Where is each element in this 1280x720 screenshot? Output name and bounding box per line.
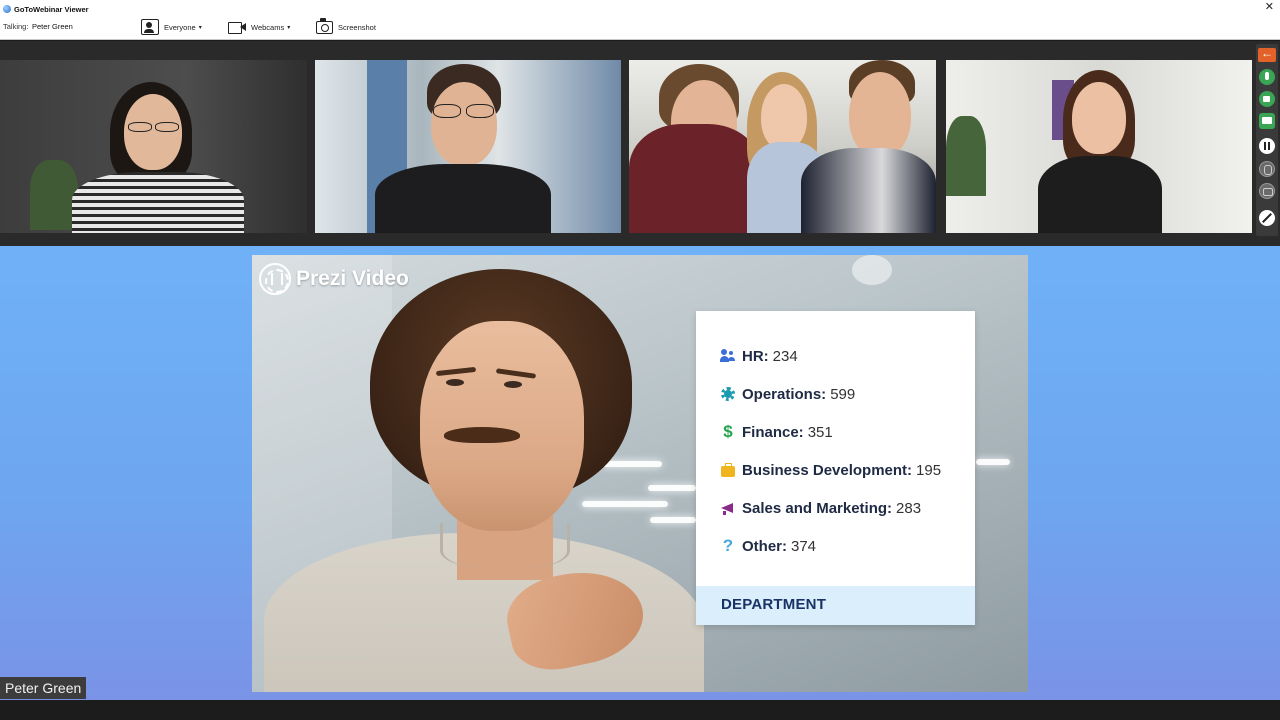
webcam-icon <box>228 21 246 34</box>
department-footer-label: DEPARTMENT <box>721 596 827 613</box>
main-stage: Prezi Video HR: 234 Operations: 599 $ Fi… <box>0 246 1280 700</box>
microphone-icon[interactable] <box>1259 69 1275 85</box>
person-body <box>629 124 761 233</box>
person-face <box>431 82 497 166</box>
prezi-logo-icon <box>259 263 291 295</box>
department-name: Other: <box>742 537 787 555</box>
gear-icon <box>720 386 736 402</box>
raise-hand-icon[interactable] <box>1259 161 1275 177</box>
chat-icon[interactable] <box>1259 183 1275 199</box>
department-value: 234 <box>772 347 798 365</box>
department-value: 195 <box>916 461 942 479</box>
app-title: GoToWebinar Viewer <box>3 3 89 15</box>
presenter-eye <box>504 381 522 388</box>
person-body <box>72 172 244 233</box>
glasses-image <box>433 104 461 118</box>
camera-icon <box>316 17 333 34</box>
back-arrow-icon[interactable] <box>1258 46 1276 62</box>
talking-label: Talking: <box>3 22 29 31</box>
ceiling-light-image <box>648 485 696 491</box>
person-body <box>375 164 551 233</box>
webcam-icon[interactable] <box>1259 91 1275 107</box>
side-toolbar <box>1256 44 1278 236</box>
department-value: 599 <box>830 385 856 403</box>
person-icon <box>141 19 159 35</box>
webcam-thumbnail[interactable] <box>629 60 936 233</box>
webcam-thumbnail[interactable] <box>315 60 621 233</box>
question-icon: ? <box>722 536 734 555</box>
glasses-image <box>155 122 179 132</box>
webcams-label: Webcams <box>251 22 285 32</box>
department-name: Operations: <box>742 385 827 403</box>
department-footer: DEPARTMENT <box>696 586 975 625</box>
app-title-text: GoToWebinar Viewer <box>14 4 89 14</box>
glasses-image <box>466 104 494 118</box>
department-name: HR: <box>742 347 769 365</box>
list-item: Operations: 599 <box>720 383 855 405</box>
chevron-down-icon: ▾ <box>198 24 202 31</box>
department-name: Business Development: <box>742 461 913 479</box>
everyone-label: Everyone <box>164 22 196 32</box>
screenshot-label: Screenshot <box>338 22 376 32</box>
pause-icon[interactable] <box>1259 138 1275 154</box>
list-item: Sales and Marketing: 283 <box>720 497 921 519</box>
bottom-bar <box>0 700 1280 720</box>
ceiling-light-image <box>602 461 662 467</box>
person-body <box>801 148 936 233</box>
everyone-dropdown[interactable]: Everyone ▾ <box>141 18 202 36</box>
screen-share-icon[interactable] <box>1259 113 1275 129</box>
prezi-brand: Prezi Video <box>296 267 409 290</box>
list-item: Business Development: 195 <box>720 459 941 481</box>
gotowebinar-logo-icon <box>3 5 11 13</box>
speaker-name-tag: Peter Green <box>0 677 87 699</box>
department-value: 351 <box>807 423 833 441</box>
department-name: Finance: <box>742 423 804 441</box>
close-window-button[interactable]: ✕ <box>1265 2 1274 13</box>
webcam-thumbnail[interactable] <box>0 60 307 233</box>
megaphone-icon <box>720 500 736 516</box>
webcam-strip <box>0 41 1280 246</box>
glasses-image <box>128 122 152 132</box>
person-face <box>124 94 182 170</box>
prezi-logo: Prezi Video <box>259 263 409 295</box>
ceiling-light-image <box>976 459 1010 465</box>
webcams-dropdown[interactable]: Webcams ▾ <box>228 18 290 36</box>
talking-name: Peter Green <box>32 22 73 31</box>
list-item: ? Other: 374 <box>720 535 816 557</box>
screenshot-button[interactable]: Screenshot <box>316 17 376 36</box>
list-item: HR: 234 <box>720 345 798 367</box>
person-face <box>761 84 807 150</box>
plant-image <box>30 160 78 230</box>
presenter-face <box>420 321 584 531</box>
person-face <box>1072 82 1126 154</box>
presenter-video: Prezi Video HR: 234 Operations: 599 $ Fi… <box>252 255 1028 692</box>
presenter-mustache <box>444 427 520 443</box>
plant-image <box>946 116 986 196</box>
people-icon <box>720 348 736 364</box>
ceiling-lamp-image <box>852 255 892 285</box>
ceiling-light-image <box>650 517 696 523</box>
department-value: 374 <box>791 537 817 555</box>
department-value: 283 <box>896 499 922 517</box>
webcam-thumbnail[interactable] <box>946 60 1252 233</box>
pen-icon[interactable] <box>1259 210 1275 226</box>
chevron-down-icon: ▾ <box>287 24 291 31</box>
department-card: HR: 234 Operations: 599 $ Finance: 351 B… <box>696 311 975 625</box>
ceiling-light-image <box>582 501 668 507</box>
person-body <box>1038 156 1162 233</box>
person-face <box>849 72 911 158</box>
list-item: $ Finance: 351 <box>720 421 833 443</box>
presenter-eye <box>446 379 464 386</box>
title-bar: GoToWebinar Viewer ✕ Talking: Peter Gree… <box>0 0 1280 40</box>
dollar-icon: $ <box>723 422 733 441</box>
department-name: Sales and Marketing: <box>742 499 893 517</box>
briefcase-icon <box>720 462 736 478</box>
